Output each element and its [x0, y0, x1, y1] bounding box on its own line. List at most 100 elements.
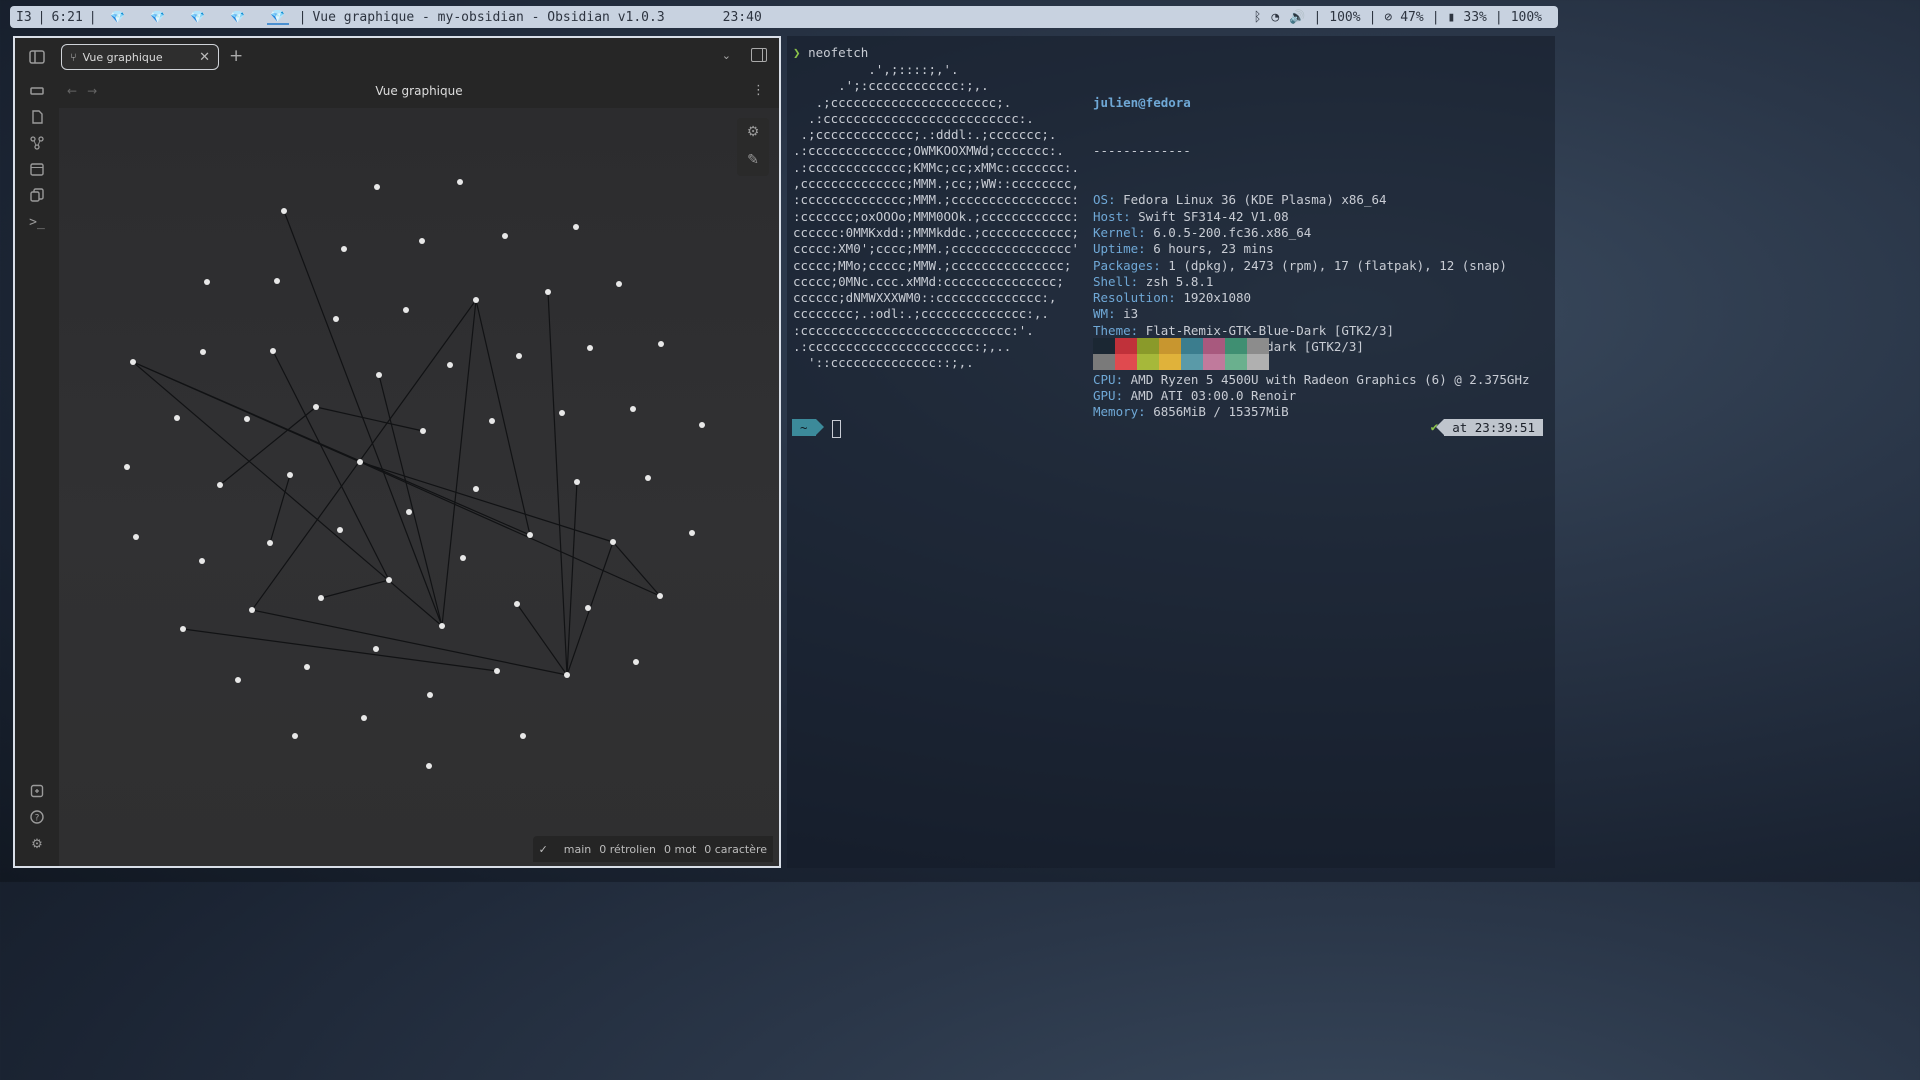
graph-node[interactable]: [403, 307, 409, 313]
wifi-icon[interactable]: ◔: [1269, 10, 1281, 25]
graph-node[interactable]: [235, 677, 241, 683]
graph-node[interactable]: [489, 418, 495, 424]
graph-node[interactable]: [473, 297, 479, 303]
new-tab-button[interactable]: +: [229, 46, 243, 66]
graph-node[interactable]: [699, 422, 705, 428]
graph-node[interactable]: [180, 626, 186, 632]
quick-switcher-icon[interactable]: [28, 84, 46, 102]
graph-node[interactable]: [361, 715, 367, 721]
graph-node[interactable]: [516, 353, 522, 359]
graph-node[interactable]: [610, 539, 616, 545]
terminal-window[interactable]: ❯ neofetch .',;::::;,'. .';:cccccccccccc…: [787, 36, 1555, 868]
terminal-icon[interactable]: >_: [28, 214, 46, 232]
workspace-5-button[interactable]: 💎: [266, 9, 289, 25]
status-backlinks[interactable]: 0 rétrolien: [599, 843, 656, 856]
help-icon[interactable]: ?: [28, 810, 46, 828]
graph-node[interactable]: [270, 348, 276, 354]
chevron-down-icon[interactable]: ⌄: [722, 49, 731, 62]
graph-node[interactable]: [645, 475, 651, 481]
graph-node[interactable]: [447, 362, 453, 368]
vault-switcher-icon[interactable]: [28, 784, 46, 802]
graph-node[interactable]: [287, 472, 293, 478]
graph-node[interactable]: [244, 416, 250, 422]
graph-node[interactable]: [520, 733, 526, 739]
graph-canvas[interactable]: ⚙ ✎ ✓ main 0 rétrolien 0 mot 0 caractère: [59, 108, 779, 866]
graph-node[interactable]: [373, 646, 379, 652]
graph-node[interactable]: [527, 532, 533, 538]
graph-view-icon[interactable]: [28, 136, 46, 154]
bluetooth-icon[interactable]: ᛒ: [1246, 10, 1270, 25]
more-options-icon[interactable]: ⋮: [752, 83, 765, 98]
graph-node[interactable]: [374, 184, 380, 190]
graph-node[interactable]: [616, 281, 622, 287]
graph-node[interactable]: [514, 601, 520, 607]
graph-node[interactable]: [439, 623, 445, 629]
graph-node[interactable]: [564, 672, 570, 678]
workspace-4-button[interactable]: 💎: [227, 10, 249, 24]
right-sidebar-toggle-icon[interactable]: [751, 48, 767, 62]
graph-node[interactable]: [426, 763, 432, 769]
graph-node[interactable]: [199, 558, 205, 564]
graph-node[interactable]: [574, 479, 580, 485]
graph-node[interactable]: [333, 316, 339, 322]
workspace-3-button[interactable]: 💎: [187, 10, 209, 24]
graph-node[interactable]: [217, 482, 223, 488]
workspace-1-button[interactable]: 💎: [107, 10, 129, 24]
graph-node[interactable]: [545, 289, 551, 295]
small-clock: 6:21: [51, 9, 83, 25]
graph-node[interactable]: [502, 233, 508, 239]
graph-node[interactable]: [658, 341, 664, 347]
graph-node[interactable]: [281, 208, 287, 214]
graph-node[interactable]: [494, 668, 500, 674]
graph-node[interactable]: [204, 279, 210, 285]
calendar-icon[interactable]: [28, 162, 46, 180]
sidebar-toggle-icon[interactable]: [28, 50, 46, 68]
volume-icon[interactable]: 🔊: [1281, 10, 1313, 25]
info-value: zsh 5.8.1: [1145, 273, 1214, 289]
graph-svg[interactable]: [59, 108, 779, 864]
graph-node[interactable]: [585, 605, 591, 611]
graph-node[interactable]: [318, 595, 324, 601]
graph-node[interactable]: [313, 404, 319, 410]
close-icon[interactable]: ✕: [199, 50, 210, 65]
graph-node[interactable]: [376, 372, 382, 378]
graph-node[interactable]: [274, 278, 280, 284]
graph-node[interactable]: [124, 464, 130, 470]
graph-node[interactable]: [587, 345, 593, 351]
graph-node[interactable]: [427, 692, 433, 698]
graph-node[interactable]: [130, 359, 136, 365]
graph-node[interactable]: [267, 540, 273, 546]
graph-node[interactable]: [386, 577, 392, 583]
graph-node[interactable]: [200, 349, 206, 355]
graph-node[interactable]: [419, 238, 425, 244]
graph-node[interactable]: [174, 415, 180, 421]
graph-node[interactable]: [249, 607, 255, 613]
graph-node[interactable]: [689, 530, 695, 536]
graph-node[interactable]: [406, 509, 412, 515]
info-value: 1 (dpkg), 2473 (rpm), 17 (flatpak), 12 (…: [1168, 257, 1507, 273]
graph-node[interactable]: [657, 593, 663, 599]
graph-node[interactable]: [460, 555, 466, 561]
settings-icon[interactable]: ⚙: [28, 836, 46, 854]
graph-node[interactable]: [304, 664, 310, 670]
file-icon[interactable]: [28, 110, 46, 128]
graph-node[interactable]: [420, 428, 426, 434]
tab-graph-view[interactable]: ⑂ Vue graphique ✕: [61, 44, 219, 70]
graph-node[interactable]: [457, 179, 463, 185]
workspace-2-button[interactable]: 💎: [147, 10, 169, 24]
graph-settings-icon[interactable]: ⚙: [737, 118, 769, 146]
graph-node[interactable]: [573, 224, 579, 230]
graph-node[interactable]: [337, 527, 343, 533]
copy-icon[interactable]: [28, 188, 46, 206]
graph-node[interactable]: [357, 459, 363, 465]
graph-node[interactable]: [133, 534, 139, 540]
graph-node[interactable]: [341, 246, 347, 252]
palette-swatch: [1203, 354, 1225, 370]
graph-node[interactable]: [292, 733, 298, 739]
graph-node[interactable]: [559, 410, 565, 416]
magic-wand-icon[interactable]: ✎: [737, 146, 769, 174]
graph-node[interactable]: [630, 406, 636, 412]
graph-node[interactable]: [633, 659, 639, 665]
graph-node[interactable]: [473, 486, 479, 492]
palette-swatch: [1247, 338, 1269, 354]
